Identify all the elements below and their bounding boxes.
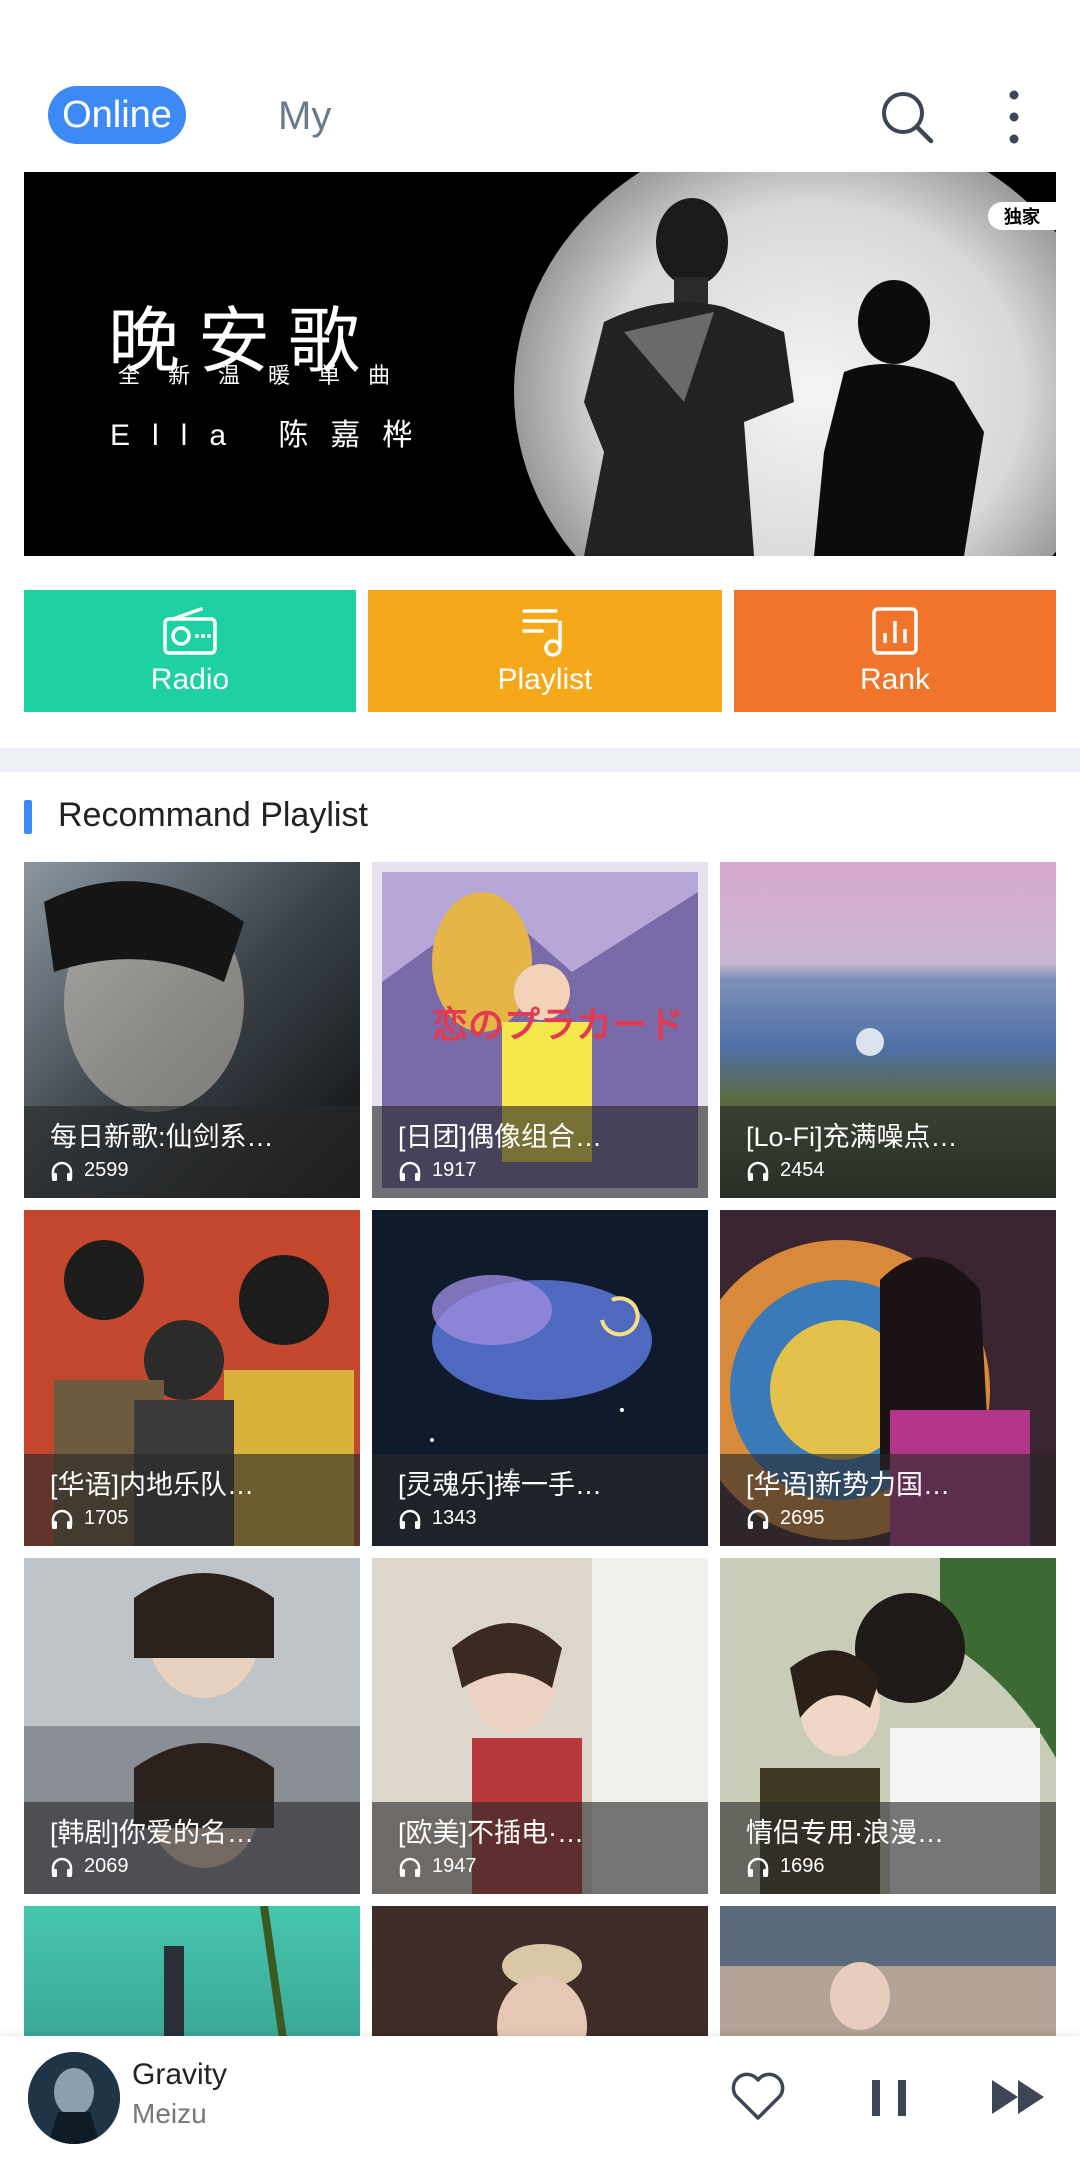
- play-count: 2069: [50, 1855, 129, 1878]
- playlist-name: [欧美]不插电·…: [398, 1818, 584, 1848]
- playlist-label: Playlist: [497, 663, 593, 696]
- play-count: 2454: [746, 1159, 825, 1182]
- play-count-value: 1696: [780, 1855, 825, 1877]
- headphones-icon: [399, 1161, 421, 1181]
- playlist-cover: [24, 1906, 360, 2036]
- playlist-name: [韩剧]你爱的名…: [50, 1818, 255, 1848]
- playlist-name: [日团]偶像组合…: [398, 1122, 603, 1152]
- playlist-name: [Lo-Fi]充满噪点…: [746, 1122, 958, 1152]
- headphones-icon: [399, 1509, 421, 1529]
- mini-player[interactable]: Gravity Meizu: [0, 2036, 1080, 2160]
- headphones-icon: [51, 1509, 73, 1529]
- playlist-tile[interactable]: 每日新歌:仙剑系… 2599: [24, 862, 360, 1198]
- play-count-value: 2454: [780, 1159, 825, 1181]
- playlist-tile[interactable]: [720, 1906, 1056, 2036]
- radio-icon: [163, 607, 217, 655]
- playlist-icon: [522, 609, 562, 657]
- radio-button[interactable]: Radio: [24, 590, 356, 712]
- headphones-icon: [399, 1857, 421, 1877]
- tab-my[interactable]: My: [278, 88, 331, 144]
- play-count: 1947: [398, 1855, 477, 1878]
- banner-artist: Ella 陈嘉桦: [110, 419, 435, 452]
- playlist-button[interactable]: Playlist: [368, 590, 722, 712]
- play-count: 2599: [50, 1159, 129, 1182]
- next-icon[interactable]: [988, 2074, 1050, 2120]
- play-count-value: 1947: [432, 1855, 477, 1877]
- pause-icon[interactable]: [866, 2072, 914, 2122]
- playlist-name: 情侣专用·浪漫…: [746, 1818, 944, 1848]
- song-title: Gravity: [132, 2058, 228, 2091]
- banner-subtitle: 全新温暖单曲: [118, 363, 419, 388]
- play-count: 1696: [746, 1855, 825, 1878]
- chart-icon: [872, 607, 918, 655]
- playlist-name: 每日新歌:仙剑系…: [50, 1122, 274, 1152]
- exclusive-badge: 独家: [988, 202, 1056, 230]
- playlist-tile[interactable]: [欧美]不插电·… 1947: [372, 1558, 708, 1894]
- play-count-value: 1705: [84, 1507, 129, 1529]
- play-count-value: 2695: [780, 1507, 825, 1529]
- playlist-tile[interactable]: [372, 1906, 708, 2036]
- playlist-cover: [720, 1906, 1056, 2036]
- playlist-tile[interactable]: [韩剧]你爱的名… 2069: [24, 1558, 360, 1894]
- play-count-value: 1343: [432, 1507, 477, 1529]
- more-vertical-icon[interactable]: [998, 88, 1030, 146]
- album-art-thumbnail[interactable]: [28, 2052, 120, 2144]
- play-count-value: 2069: [84, 1855, 129, 1877]
- top-bar: Online My: [0, 0, 1080, 170]
- search-icon[interactable]: [878, 88, 936, 146]
- playlist-name: [华语]新势力国…: [746, 1470, 951, 1500]
- song-artist: Meizu: [132, 2098, 207, 2129]
- playlist-name: [灵魂乐]捧一手…: [398, 1470, 603, 1500]
- playlist-cover: [372, 1906, 708, 2036]
- playlist-tile[interactable]: 恋のプラカード [日团]偶像组合… 1917: [372, 862, 708, 1198]
- featured-banner[interactable]: 晚安歌 全新温暖单曲 Ella 陈嘉桦 独家: [24, 172, 1056, 556]
- section-divider: [0, 748, 1080, 772]
- tab-online[interactable]: Online: [48, 86, 186, 144]
- play-count: 1705: [50, 1507, 129, 1530]
- play-count: 1343: [398, 1507, 477, 1530]
- headphones-icon: [51, 1857, 73, 1877]
- album-art-image: [28, 2052, 120, 2144]
- headphones-icon: [747, 1161, 769, 1181]
- playlist-tile[interactable]: [华语]内地乐队… 1705: [24, 1210, 360, 1546]
- play-count: 2695: [746, 1507, 825, 1530]
- play-count-value: 2599: [84, 1159, 129, 1181]
- radio-label: Radio: [150, 663, 230, 696]
- playlist-tile[interactable]: 情侣专用·浪漫… 1696: [720, 1558, 1056, 1894]
- play-count: 1917: [398, 1159, 477, 1182]
- section-accent-bar: [24, 800, 32, 834]
- playlist-tile[interactable]: [Lo-Fi]充满噪点… 2454: [720, 862, 1056, 1198]
- playlist-tile[interactable]: [灵魂乐]捧一手… 1343: [372, 1210, 708, 1546]
- rank-button[interactable]: Rank: [734, 590, 1056, 712]
- svg-text:恋のプラカード: 恋のプラカード: [432, 1004, 684, 1046]
- headphones-icon: [51, 1161, 73, 1181]
- playlist-tile[interactable]: [24, 1906, 360, 2036]
- rank-label: Rank: [859, 663, 931, 696]
- headphones-icon: [747, 1857, 769, 1877]
- section-title: Recommand Playlist: [58, 796, 368, 834]
- playlist-name: [华语]内地乐队…: [50, 1470, 255, 1500]
- headphones-icon: [747, 1509, 769, 1529]
- play-count-value: 1917: [432, 1159, 477, 1181]
- playlist-tile[interactable]: [华语]新势力国… 2695: [720, 1210, 1056, 1546]
- heart-icon[interactable]: [730, 2070, 786, 2122]
